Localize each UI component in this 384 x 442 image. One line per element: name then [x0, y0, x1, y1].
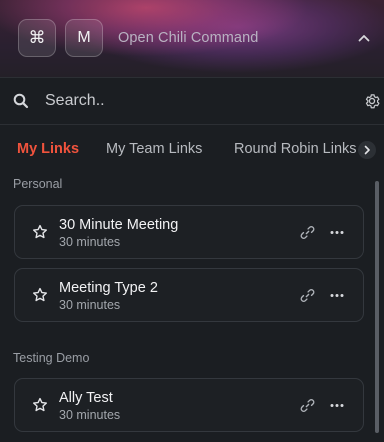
- search-bar: [0, 77, 384, 125]
- link-title: Meeting Type 2: [59, 280, 158, 296]
- collapse-button[interactable]: [354, 28, 374, 48]
- gear-icon[interactable]: [363, 92, 381, 110]
- link-card[interactable]: Ally Test 30 minutes: [14, 378, 364, 432]
- more-horizontal-icon[interactable]: [329, 288, 345, 303]
- more-horizontal-icon[interactable]: [329, 398, 345, 413]
- link-icon[interactable]: [300, 225, 315, 240]
- star-icon[interactable]: [32, 287, 48, 303]
- link-card[interactable]: Meeting Type 2 30 minutes: [14, 268, 364, 322]
- star-icon[interactable]: [32, 397, 48, 413]
- section-label-personal: Personal: [13, 177, 63, 191]
- link-duration: 30 minutes: [59, 298, 121, 312]
- link-title: Ally Test: [59, 390, 113, 406]
- link-duration: 30 minutes: [59, 235, 121, 249]
- command-key-badge: ⌘: [18, 19, 56, 57]
- link-title: 30 Minute Meeting: [59, 217, 179, 233]
- more-horizontal-icon[interactable]: [329, 225, 345, 240]
- tab-my-links[interactable]: My Links: [17, 141, 79, 157]
- link-duration: 30 minutes: [59, 408, 121, 422]
- m-key-badge: M: [65, 19, 103, 57]
- command-header: ⌘ M Open Chili Command: [0, 0, 384, 78]
- search-icon: [13, 93, 29, 109]
- tab-my-team-links[interactable]: My Team Links: [106, 141, 202, 157]
- search-input[interactable]: [45, 89, 345, 113]
- link-card[interactable]: 30 Minute Meeting 30 minutes: [14, 205, 364, 259]
- list-scrollbar[interactable]: [375, 181, 379, 433]
- chevron-up-icon: [358, 35, 370, 42]
- link-icon[interactable]: [300, 288, 315, 303]
- star-icon[interactable]: [32, 224, 48, 240]
- command-title: Open Chili Command: [118, 30, 259, 46]
- link-tabs: My Links My Team Links Round Robin Links: [0, 125, 384, 171]
- section-label-testing-demo: Testing Demo: [13, 351, 90, 365]
- tabs-scroll-right-button[interactable]: [358, 141, 376, 159]
- tab-round-robin-links[interactable]: Round Robin Links: [234, 141, 357, 157]
- chevron-right-icon: [364, 145, 370, 155]
- chili-command-panel: ⌘ M Open Chili Command My Links My Team …: [0, 0, 384, 442]
- link-icon[interactable]: [300, 398, 315, 413]
